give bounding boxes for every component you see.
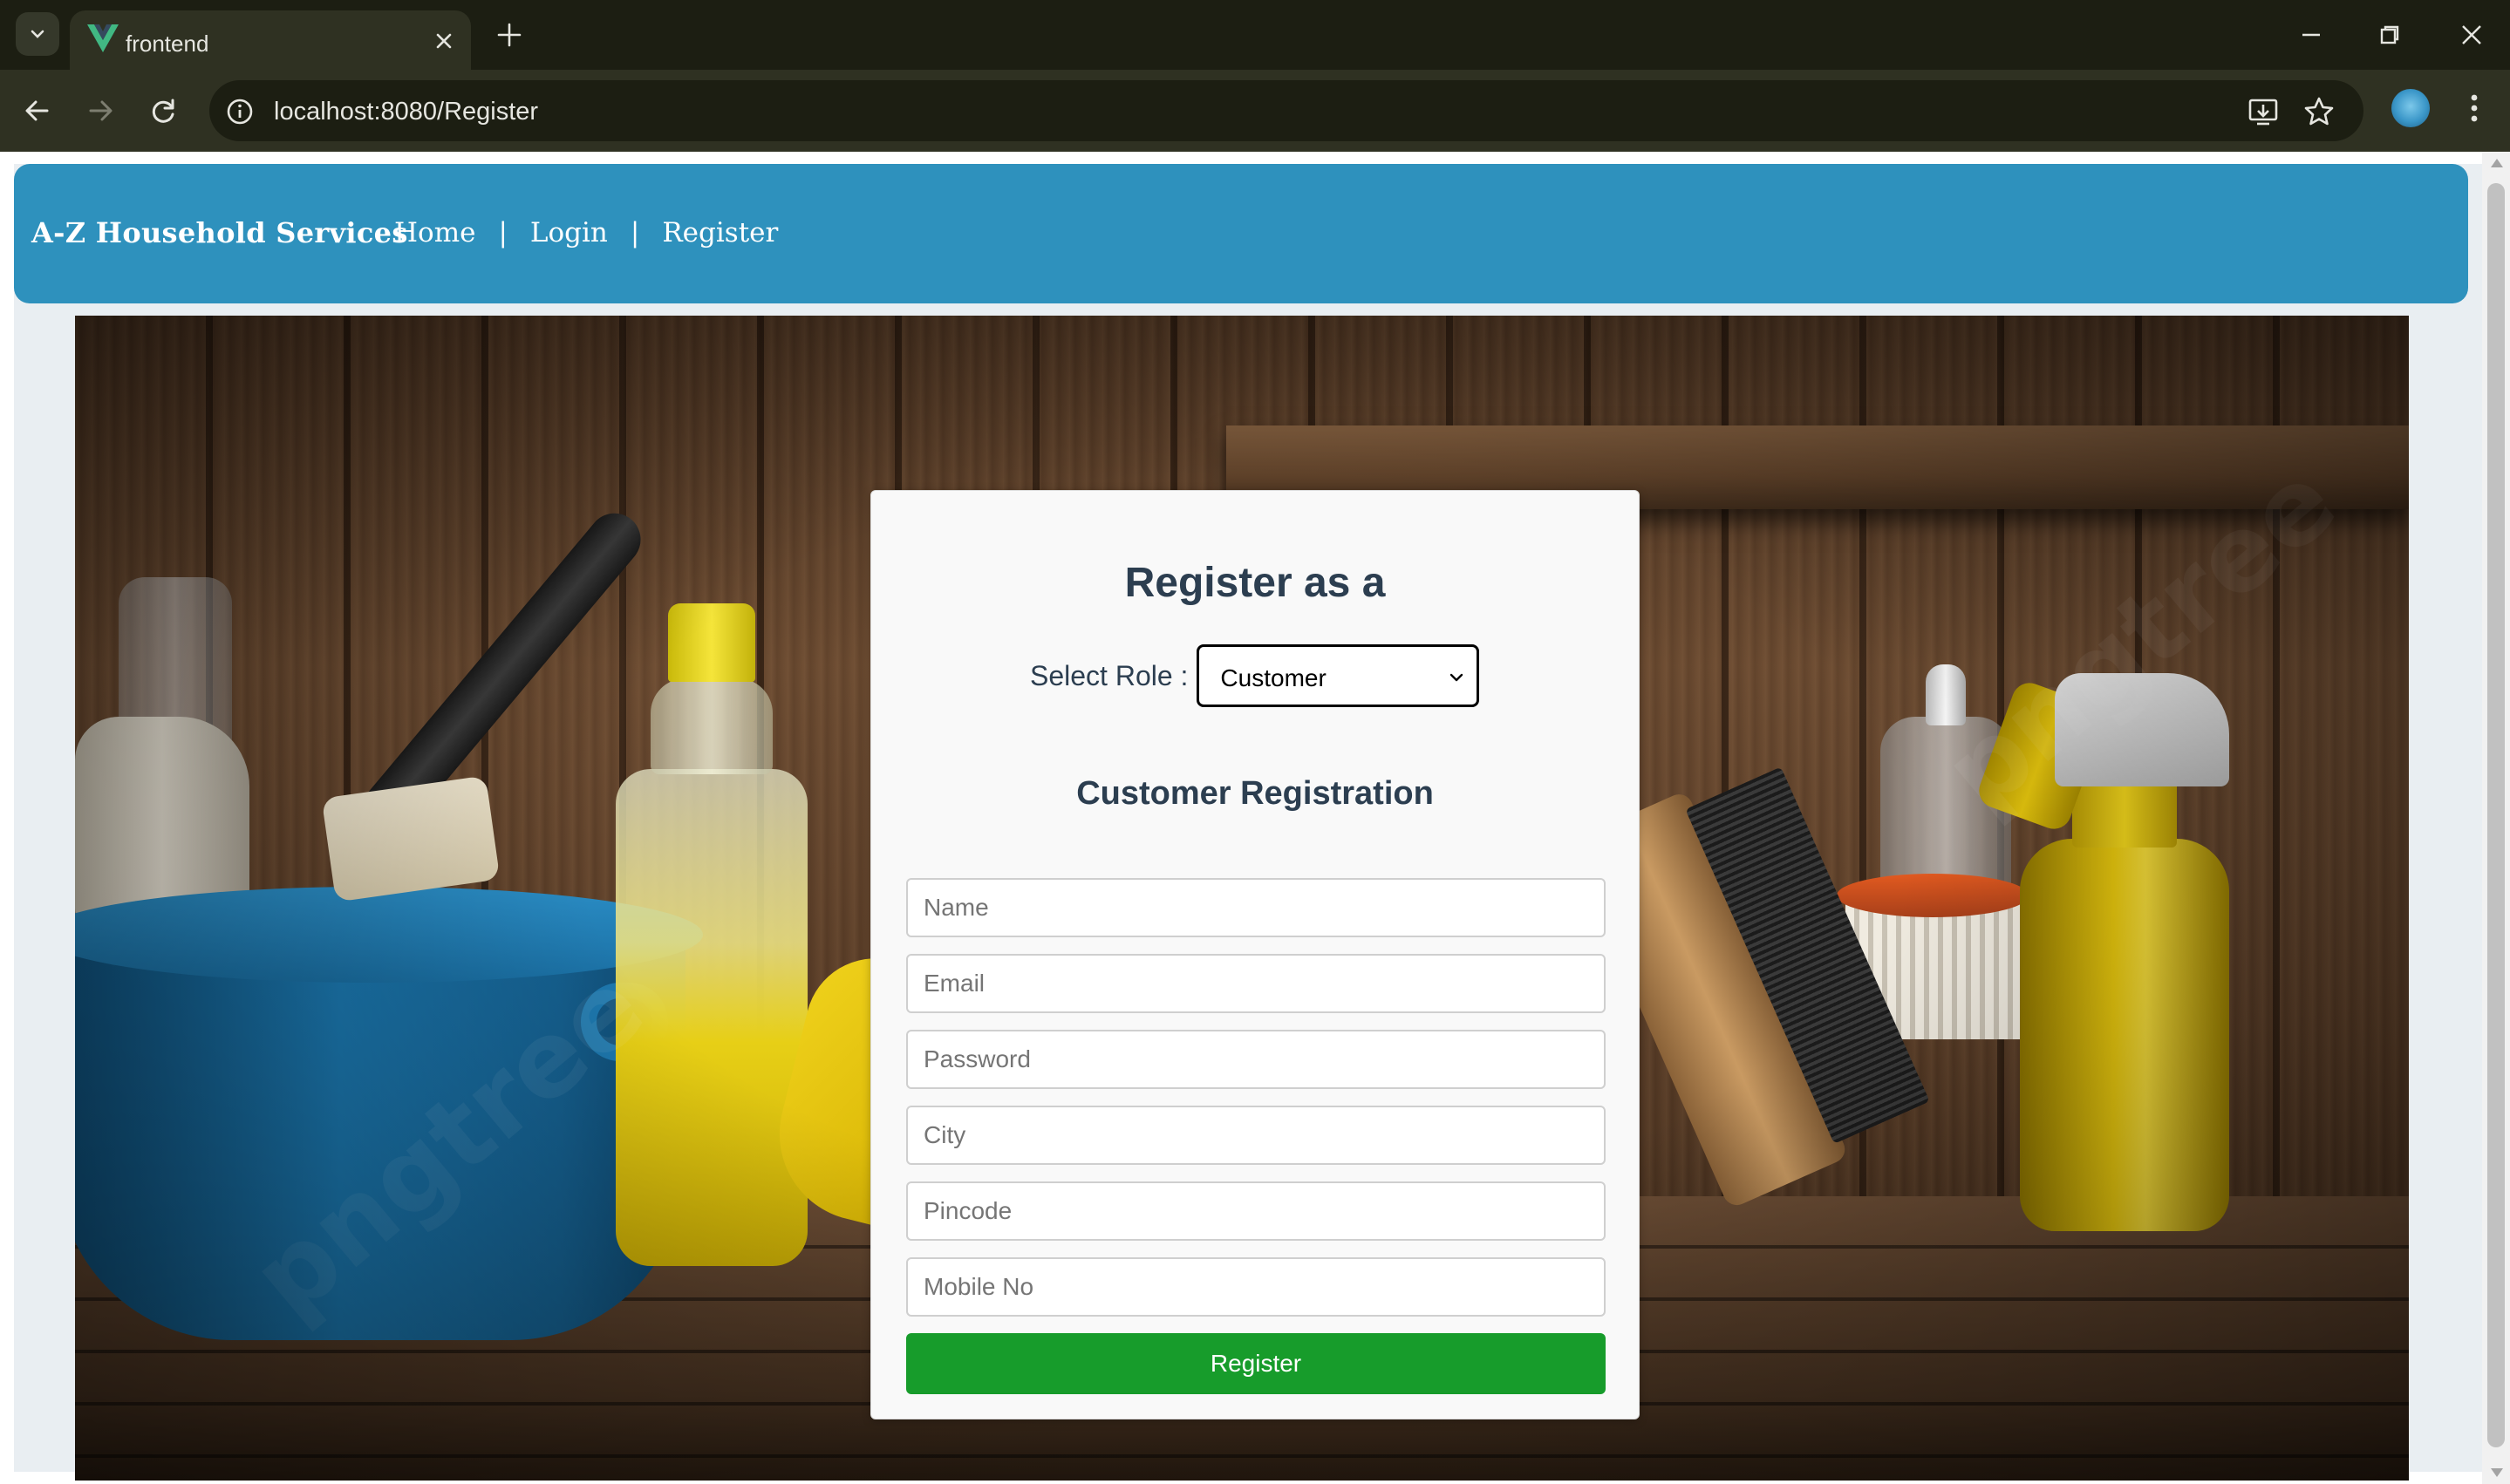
forward-arrow-icon[interactable] [80,91,120,131]
register-submit-button[interactable]: Register [906,1333,1606,1394]
register-title: Register as a [1124,560,1386,606]
app-container: A-Z Household Services Home | Login | Re… [14,164,2482,1481]
select-role-label: Select Role : [1030,659,1189,691]
nav-separator: | [630,217,640,248]
nav-links: Home | Login | Register [394,217,778,248]
address-bar[interactable]: localhost:8080/Register [209,80,2363,141]
scroll-down-arrow-icon[interactable] [2491,1468,2503,1477]
nav-link-login[interactable]: Login [530,217,608,248]
profile-avatar-icon[interactable] [2391,89,2430,127]
install-app-icon[interactable] [2247,95,2280,128]
restore-icon[interactable] [2372,17,2407,52]
browser-tab-bar: frontend [0,0,2510,70]
role-selected-value: Customer [1220,664,1327,691]
top-navbar: A-Z Household Services Home | Login | Re… [14,164,2468,303]
site-info-icon[interactable] [225,97,255,126]
pincode-input[interactable] [906,1181,1606,1241]
back-arrow-icon[interactable] [17,91,58,131]
name-input[interactable] [906,878,1606,937]
brand-logo-text[interactable]: A-Z Household Services [31,216,408,249]
new-tab-plus-icon[interactable] [494,19,525,51]
register-card: Register as a Select Role : Customer Cus… [870,490,1640,1419]
mobile-input[interactable] [906,1257,1606,1317]
close-tab-icon[interactable] [433,30,455,52]
role-selector-row: Select Role : Customer [1030,644,1480,707]
tab-title: frontend [126,31,209,57]
page-viewport: A-Z Household Services Home | Login | Re… [0,152,2510,1484]
scroll-up-arrow-icon[interactable] [2491,159,2503,167]
minimize-icon[interactable] [2294,17,2329,52]
nav-separator: | [498,217,508,248]
email-input[interactable] [906,954,1606,1013]
browser-toolbar: localhost:8080/Register [0,70,2510,152]
close-window-icon[interactable] [2454,17,2489,52]
scrollbar-thumb[interactable] [2487,183,2505,1447]
password-input[interactable] [906,1030,1606,1089]
vue-logo-icon [87,24,119,52]
reload-icon[interactable] [143,91,183,131]
bookmark-star-icon[interactable] [2302,95,2336,128]
registration-subtitle: Customer Registration [1076,775,1434,812]
nav-link-home[interactable]: Home [394,217,475,248]
page-scrollbar[interactable] [2482,152,2510,1484]
city-input[interactable] [906,1106,1606,1165]
url-text: localhost:8080/Register [274,98,539,126]
kebab-menu-icon[interactable] [2461,91,2487,126]
tab-search-button[interactable] [16,12,59,56]
role-select-dropdown[interactable]: Customer [1197,644,1480,707]
chevron-down-icon [1450,673,1463,682]
browser-tab[interactable]: frontend [70,10,471,70]
chevron-down-icon [31,30,44,38]
nav-link-register[interactable]: Register [662,217,778,248]
